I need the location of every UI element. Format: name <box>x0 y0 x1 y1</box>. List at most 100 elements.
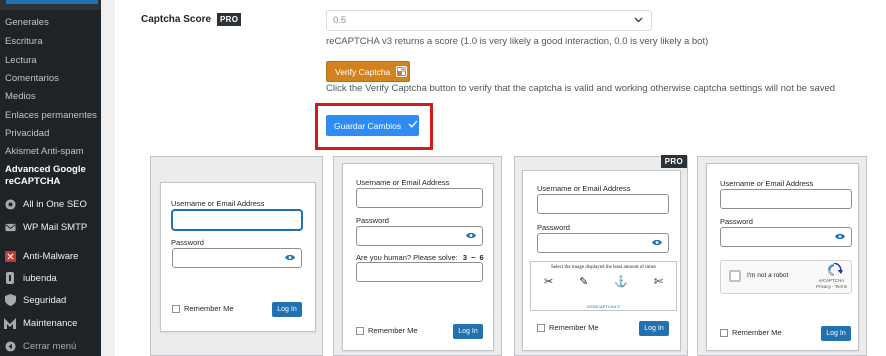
login-card: Username or Email Address Password Are y… <box>342 163 494 351</box>
sidebar-top-menu-edge <box>0 0 101 10</box>
scissors-icon[interactable]: ✂ <box>544 275 553 288</box>
sidebar-menu-all-in-one-seo[interactable]: All in One SEO <box>0 194 101 214</box>
image-captcha[interactable]: Select the image displayed the least amo… <box>530 261 677 311</box>
login-preview-recaptcha[interactable]: Username or Email Address Password I'm n… <box>697 156 867 356</box>
login-button[interactable]: Log In <box>453 324 483 339</box>
remember-label: Remember Me <box>549 323 599 332</box>
password-input[interactable] <box>356 226 483 246</box>
captcha-score-value: 0.5 <box>333 15 347 26</box>
sidebar-menu-iubenda[interactable]: iubenda <box>0 268 101 288</box>
sidebar-menu-anti-malware[interactable]: Anti-Malware <box>0 246 101 266</box>
sidebar-item-privacidad[interactable]: Privacidad <box>5 128 49 139</box>
recaptcha-widget[interactable]: I'm not a robot reCAPTCHA Privacy - Term… <box>720 260 852 294</box>
recaptcha-checkbox[interactable] <box>729 270 741 282</box>
maintenance-icon <box>4 317 16 329</box>
login-preview-math[interactable]: Username or Email Address Password Are y… <box>333 156 502 356</box>
login-card: Username or Email Address Password Selec… <box>522 170 681 351</box>
remember-label: Remember Me <box>368 326 418 335</box>
sidebar-item-comentarios[interactable]: Comentarios <box>5 73 59 84</box>
admin-sidebar: Generales Escritura Lectura Comentarios … <box>0 0 101 356</box>
sidebar-item-generales[interactable]: Generales <box>5 17 49 28</box>
sidebar-menu-label: Anti-Malware <box>23 250 79 262</box>
remember-me[interactable]: Remember Me <box>720 328 782 337</box>
login-card: Username or Email Address Password I'm n… <box>706 163 859 351</box>
password-label: Password <box>356 216 389 225</box>
recaptcha-brand: reCAPTCHA <box>818 278 845 283</box>
captcha-score-label: Captcha Score PRO <box>141 13 242 26</box>
sidebar-collapse-menu[interactable]: Cerrar menú <box>0 336 101 356</box>
sidebar-menu-label: Seguridad <box>23 294 67 306</box>
eye-icon[interactable] <box>835 232 845 242</box>
recaptcha-branding: reCAPTCHA Privacy - Terms <box>816 278 847 290</box>
login-preview-default[interactable]: Username or Email Address Password Remem… <box>150 156 323 356</box>
save-changes-button[interactable]: Guardar Cambios <box>326 115 419 136</box>
eye-icon[interactable] <box>466 231 476 241</box>
password-input[interactable] <box>537 233 669 253</box>
password-input[interactable] <box>172 248 302 268</box>
math-captcha-label: Are you human? Please solve: <box>356 253 458 262</box>
eye-icon[interactable] <box>285 253 295 263</box>
save-changes-label: Guardar Cambios <box>334 120 402 131</box>
password-input[interactable] <box>720 227 852 247</box>
username-label: Username or Email Address <box>720 179 814 188</box>
remember-checkbox[interactable] <box>537 323 545 332</box>
eye-icon[interactable] <box>652 238 662 248</box>
aioseo-icon <box>4 198 16 210</box>
login-button[interactable]: Log In <box>821 326 851 341</box>
remember-checkbox[interactable] <box>356 326 364 335</box>
image-captcha-title: Select the image displayed the least amo… <box>551 265 656 270</box>
sidebar-item-medios[interactable]: Medios <box>5 91 36 102</box>
sidebar-current-line2: reCAPTCHA <box>5 176 61 187</box>
remember-me[interactable]: Remember Me <box>356 326 418 335</box>
remember-me[interactable]: Remember Me <box>537 323 599 332</box>
wrench-icon[interactable]: ✄ <box>654 275 663 288</box>
verify-captcha-label: Verify Captcha <box>335 66 391 77</box>
login-preview-image-captcha[interactable]: PRO Username or Email Address Password S… <box>514 155 688 356</box>
username-input[interactable] <box>720 189 852 209</box>
pro-badge: PRO <box>660 155 687 168</box>
username-label: Username or Email Address <box>171 199 265 208</box>
username-input[interactable] <box>356 188 483 208</box>
sidebar-item-lectura[interactable]: Lectura <box>5 55 37 66</box>
sidebar-menu-wp-mail-smtp[interactable]: WP Mail SMTP <box>0 217 101 237</box>
wp-mail-smtp-icon <box>4 221 16 233</box>
login-button[interactable]: Log In <box>639 321 669 336</box>
username-input[interactable] <box>172 210 302 230</box>
math-captcha-question: Are you human? Please solve: 3 − 6 <box>356 253 485 262</box>
iubenda-icon <box>4 272 16 284</box>
login-button[interactable]: Log In <box>272 302 302 317</box>
anti-malware-icon <box>4 250 16 262</box>
image-captcha-options[interactable]: ✂ ✎ ⚓ ✄ <box>531 275 676 288</box>
math-captcha-answer-input[interactable] <box>356 262 483 282</box>
sidebar-menu-seguridad[interactable]: Seguridad <box>0 290 101 310</box>
sidebar-menu-label: All in One SEO <box>23 198 87 210</box>
verify-captcha-button[interactable]: Verify Captcha <box>326 61 410 82</box>
remember-checkbox[interactable] <box>720 328 728 337</box>
sidebar-menu-label: iubenda <box>23 272 57 284</box>
recaptcha-label: I'm not a robot <box>747 272 789 279</box>
sidebar-collapse-label: Cerrar menú <box>23 340 77 352</box>
remember-label: Remember Me <box>184 304 234 313</box>
shield-icon <box>4 294 16 306</box>
username-input[interactable] <box>537 194 669 214</box>
checkmark-icon <box>408 120 418 131</box>
password-label: Password <box>171 238 204 247</box>
captcha-score-select[interactable]: 0.5 <box>326 10 652 31</box>
verify-captcha-help: Click the Verify Captcha button to verif… <box>326 83 836 94</box>
sidebar-item-akismet[interactable]: Akismet Anti-spam <box>5 146 84 157</box>
anchor-icon[interactable]: ⚓ <box>614 275 628 288</box>
sidebar-item-advanced-google-recaptcha[interactable]: Advanced Google reCAPTCHA <box>5 164 86 188</box>
sidebar-menu-label: WP Mail SMTP <box>23 221 88 233</box>
pro-badge: PRO <box>217 13 242 26</box>
remember-checkbox[interactable] <box>172 304 180 313</box>
pencil-icon[interactable]: ✎ <box>579 275 588 288</box>
math-captcha-expression: 3 − 6 <box>462 253 485 262</box>
sidebar-item-enlaces-permanentes[interactable]: Enlaces permanentes <box>5 110 97 121</box>
recaptcha-terms[interactable]: Privacy - Terms <box>816 284 847 289</box>
sidebar-item-escritura[interactable]: Escritura <box>5 36 42 47</box>
captcha-score-help: reCAPTCHA v3 returns a score (1.0 is ver… <box>326 36 709 47</box>
sidebar-menu-maintenance[interactable]: Maintenance <box>0 313 101 333</box>
chevron-down-icon <box>634 15 643 25</box>
remember-me[interactable]: Remember Me <box>172 304 234 313</box>
username-label: Username or Email Address <box>356 178 450 187</box>
